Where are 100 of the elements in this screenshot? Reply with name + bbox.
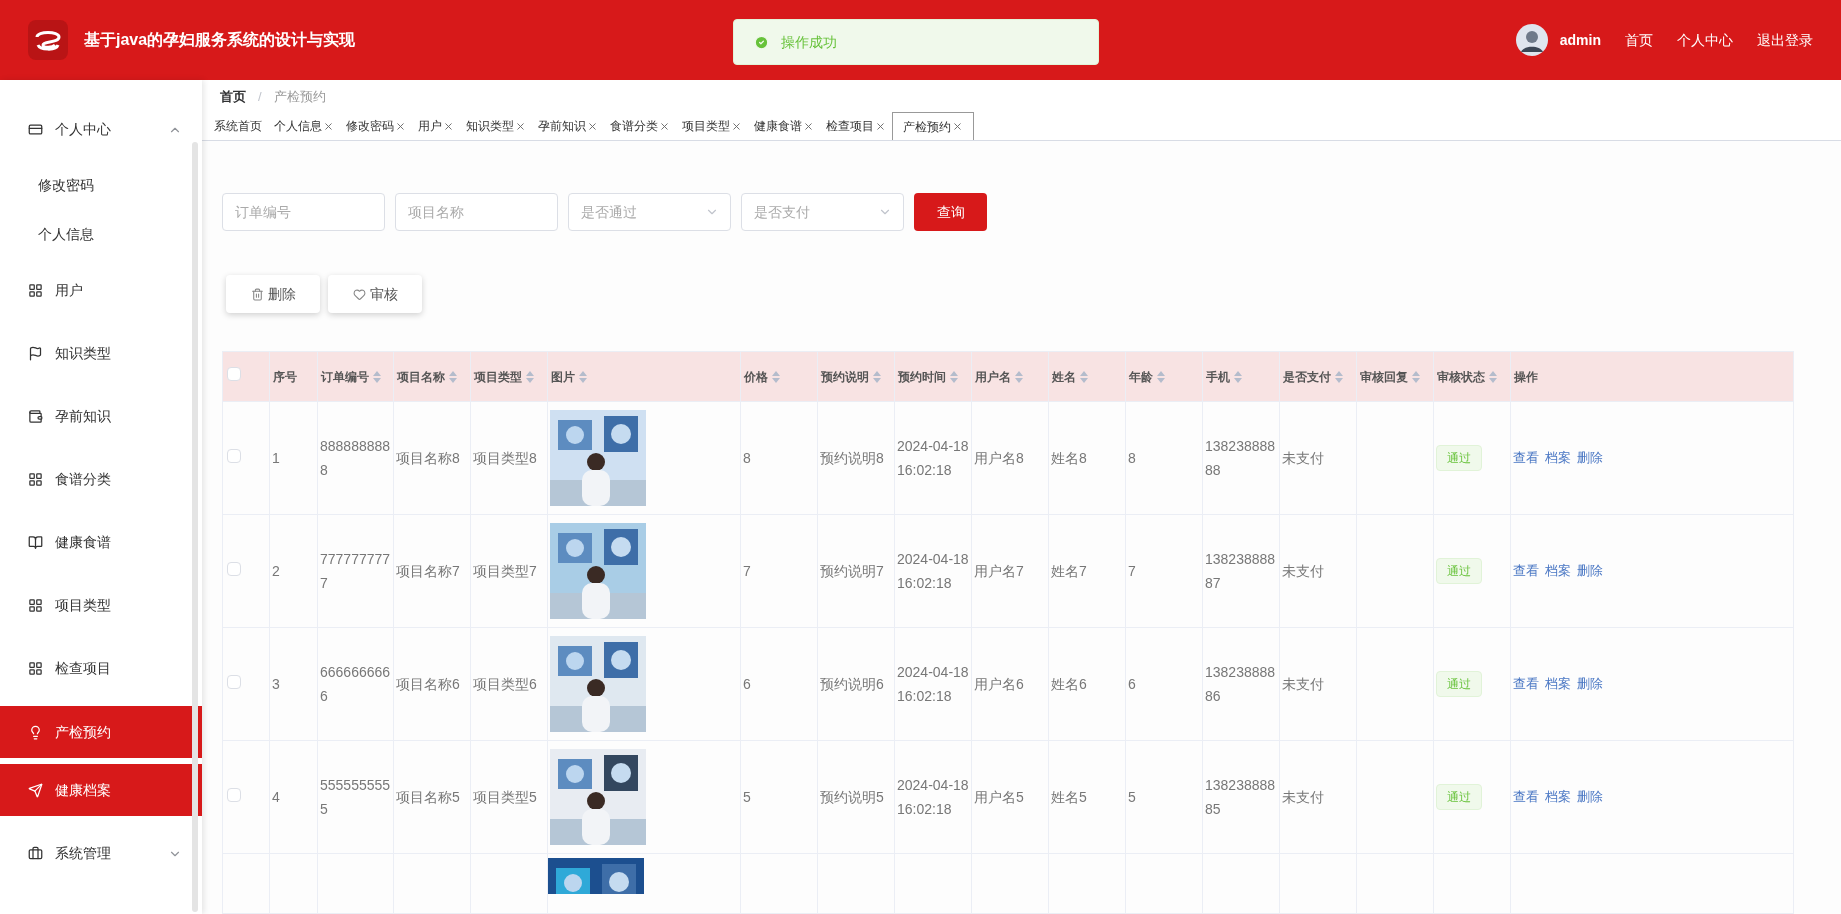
close-icon[interactable] (515, 120, 526, 132)
table-cell-text: 6 (1128, 675, 1137, 694)
checkbox[interactable] (227, 448, 241, 463)
sidebar-item[interactable]: 项目类型 (0, 574, 202, 637)
action-link[interactable]: 删除 (1577, 448, 1603, 468)
action-link[interactable]: 查看 (1513, 448, 1539, 468)
page-tab[interactable]: 项目类型 (676, 112, 748, 140)
sidebar-item[interactable]: 健康食谱 (0, 511, 202, 574)
sort-icon[interactable] (1234, 370, 1242, 383)
column-header[interactable]: 年龄 (1125, 351, 1203, 402)
close-icon[interactable] (323, 120, 334, 132)
close-icon[interactable] (443, 120, 454, 132)
sort-icon[interactable] (579, 370, 587, 383)
column-header[interactable]: 预约时间 (894, 351, 972, 402)
page-tab[interactable]: 知识类型 (460, 112, 532, 140)
column-header[interactable]: 订单编号 (317, 351, 394, 402)
page-tab[interactable]: 产检预约 (892, 112, 974, 140)
table-cell-text: 姓名5 (1051, 788, 1088, 807)
delete-button[interactable]: 删除 (226, 275, 320, 313)
page-tab[interactable]: 用户 (412, 112, 460, 140)
column-header[interactable]: 审核状态 (1433, 351, 1511, 402)
table-cell-text: 5555555555 (320, 776, 391, 819)
avatar (1515, 24, 1548, 56)
sort-icon[interactable] (526, 370, 534, 383)
checkbox[interactable] (227, 367, 241, 381)
sort-icon[interactable] (1015, 370, 1023, 383)
sort-icon[interactable] (449, 370, 457, 383)
close-icon[interactable] (731, 120, 742, 132)
sidebar-item[interactable]: 知识类型 (0, 322, 202, 385)
table-cell-text: 项目名称5 (396, 788, 461, 807)
sidebar-item[interactable]: 检查项目 (0, 637, 202, 700)
page-tab[interactable]: 修改密码 (340, 112, 412, 140)
sidebar-item[interactable]: 个人中心 (0, 98, 202, 161)
sort-icon[interactable] (772, 370, 780, 383)
page-tab[interactable]: 食谱分类 (604, 112, 676, 140)
sidebar-item[interactable]: 健康档案 (0, 764, 202, 816)
close-icon[interactable] (952, 121, 963, 132)
scrollbar[interactable] (192, 142, 198, 912)
action-link[interactable]: 删除 (1577, 561, 1603, 581)
sidebar-item[interactable]: 孕前知识 (0, 385, 202, 448)
sort-icon[interactable] (1157, 370, 1165, 383)
grid-icon (28, 283, 43, 298)
sort-icon[interactable] (373, 370, 381, 383)
select-field[interactable]: 是否通过 (568, 193, 731, 231)
column-header[interactable]: 项目类型 (470, 351, 548, 402)
action-link[interactable]: 档案 (1545, 787, 1571, 807)
action-link[interactable]: 查看 (1513, 674, 1539, 694)
audit-button[interactable]: 审核 (328, 275, 422, 313)
page-tab[interactable]: 系统首页 (208, 112, 268, 140)
checkbox[interactable] (227, 561, 241, 576)
lightbulb-icon (28, 724, 43, 740)
close-icon[interactable] (875, 120, 886, 132)
sort-icon[interactable] (1412, 370, 1420, 383)
column-header[interactable]: 价格 (740, 351, 818, 402)
action-link[interactable]: 档案 (1545, 561, 1571, 581)
sidebar-item[interactable]: 用户 (0, 259, 202, 322)
column-header[interactable]: 审核回复 (1356, 351, 1434, 402)
column-header[interactable]: 项目名称 (393, 351, 471, 402)
sidebar-item[interactable]: 食谱分类 (0, 448, 202, 511)
header-link[interactable]: 退出登录 (1757, 29, 1813, 51)
select-field[interactable]: 是否支付 (741, 193, 904, 231)
column-header[interactable]: 预约说明 (817, 351, 895, 402)
close-icon[interactable] (659, 120, 670, 132)
action-link[interactable]: 查看 (1513, 561, 1539, 581)
close-icon[interactable] (395, 120, 406, 132)
close-icon[interactable] (587, 120, 598, 132)
sort-icon[interactable] (1489, 370, 1497, 383)
breadcrumb-item[interactable]: 首页 (220, 86, 246, 107)
column-header[interactable]: 用户名 (971, 351, 1049, 402)
action-link[interactable]: 删除 (1577, 787, 1603, 807)
column-header[interactable]: 是否支付 (1279, 351, 1357, 402)
action-link[interactable]: 档案 (1545, 674, 1571, 694)
column-header[interactable]: 手机 (1202, 351, 1280, 402)
column-header[interactable]: 姓名 (1048, 351, 1126, 402)
table-cell-text: 13823888887 (1205, 550, 1277, 593)
sort-icon[interactable] (873, 370, 881, 383)
sidebar-item[interactable]: 系统管理 (0, 822, 202, 885)
header-link[interactable]: 首页 (1625, 29, 1653, 51)
action-link[interactable]: 档案 (1545, 448, 1571, 468)
page-tab[interactable]: 个人信息 (268, 112, 340, 140)
checkbox[interactable] (227, 674, 241, 689)
input-field[interactable]: 订单编号 (222, 193, 385, 231)
card-icon (28, 122, 43, 137)
page-tab[interactable]: 健康食谱 (748, 112, 820, 140)
page-tab[interactable]: 孕前知识 (532, 112, 604, 140)
sort-icon[interactable] (950, 370, 958, 383)
action-link[interactable]: 查看 (1513, 787, 1539, 807)
page-tab[interactable]: 检查项目 (820, 112, 892, 140)
sort-icon[interactable] (1080, 370, 1088, 383)
sidebar-subitem[interactable]: 修改密码 (0, 161, 202, 210)
sort-icon[interactable] (1335, 370, 1343, 383)
close-icon[interactable] (803, 120, 814, 132)
input-field[interactable]: 项目名称 (395, 193, 558, 231)
sidebar-subitem[interactable]: 个人信息 (0, 210, 202, 259)
header-link[interactable]: 个人中心 (1677, 29, 1733, 51)
sidebar-item[interactable]: 产检预约 (0, 706, 202, 758)
action-link[interactable]: 删除 (1577, 674, 1603, 694)
search-button[interactable]: 查询 (914, 193, 987, 231)
column-header[interactable]: 图片 (547, 351, 741, 402)
checkbox[interactable] (227, 787, 241, 802)
